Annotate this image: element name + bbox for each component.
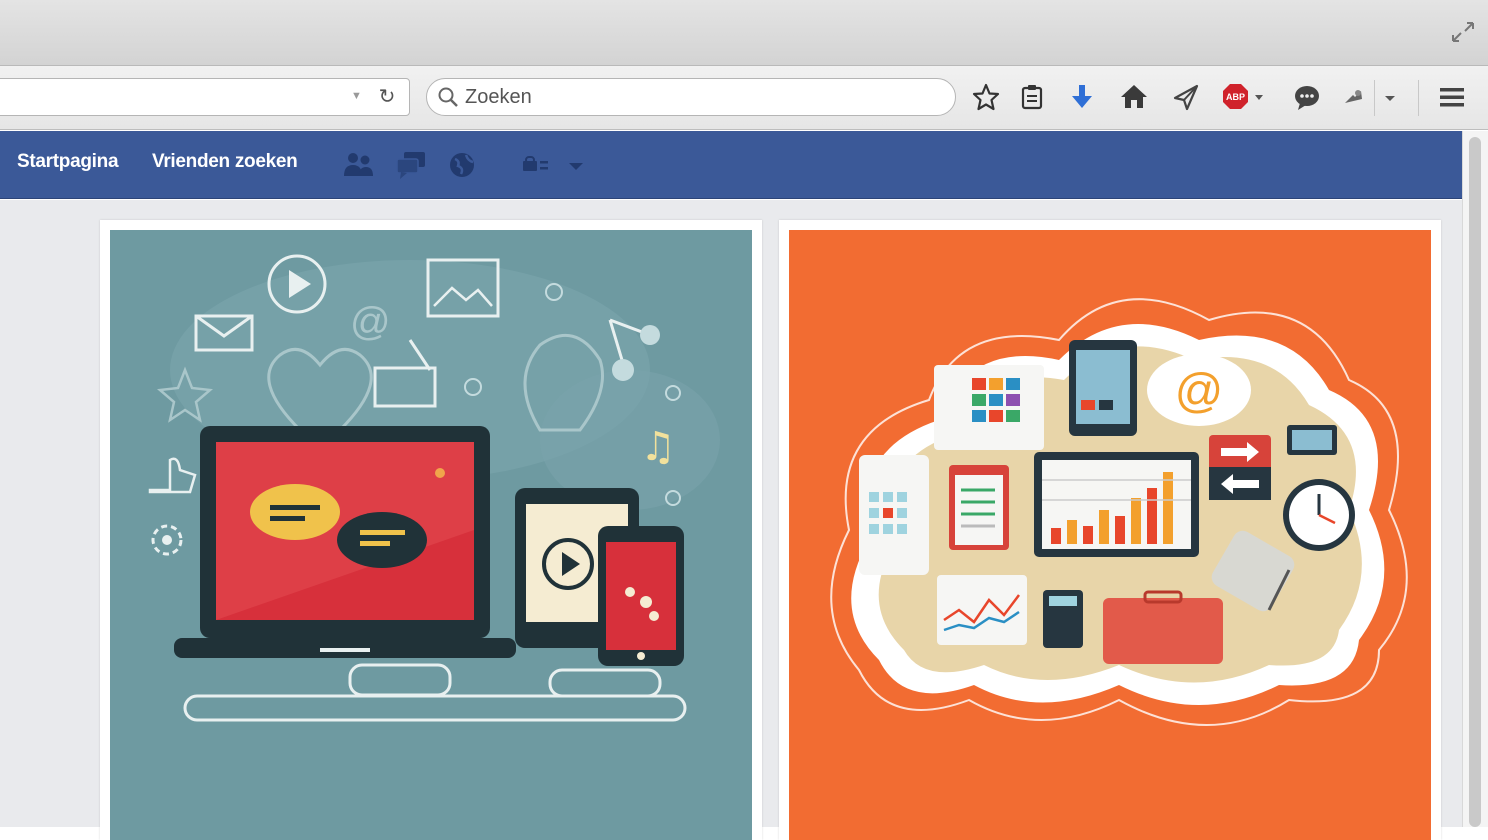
reload-icon[interactable]: ↻ — [375, 85, 399, 109]
url-bar[interactable]: ▼ ↻ — [0, 78, 410, 116]
facebook-topbar: Startpagina Vrienden zoeken — [0, 131, 1462, 199]
svg-text:@: @ — [350, 300, 391, 344]
star-icon[interactable] — [970, 81, 1002, 113]
privacy-shortcuts-icon[interactable] — [518, 149, 552, 181]
vertical-scrollbar[interactable] — [1462, 131, 1488, 827]
addon-dropdown-icon[interactable] — [1380, 81, 1400, 113]
window-titlebar — [0, 0, 1488, 66]
notifications-globe-icon[interactable] — [446, 149, 480, 181]
home-icon[interactable] — [1118, 81, 1150, 113]
find-friends-link[interactable]: Vrienden zoeken — [152, 151, 298, 173]
history-dropdown-icon[interactable]: ▼ — [351, 90, 367, 104]
devices-illustration: @ ♫ — [110, 230, 752, 840]
svg-text:@: @ — [1175, 365, 1224, 418]
scrollbar-thumb[interactable] — [1469, 137, 1481, 827]
chat-bubble-icon[interactable] — [1291, 81, 1323, 113]
search-icon — [438, 87, 458, 107]
toolbar-separator — [1374, 80, 1375, 116]
svg-text:ABP: ABP — [1226, 92, 1245, 102]
send-icon[interactable] — [1170, 81, 1202, 113]
restore-window-icon[interactable] — [1450, 20, 1476, 44]
music-note-icon: ♫ — [640, 424, 676, 470]
search-bar[interactable] — [426, 78, 956, 116]
devices-illustration-card[interactable]: @ ♫ — [100, 220, 762, 840]
cloud-office-illustration: @ — [789, 230, 1431, 840]
document-icon — [934, 365, 1044, 450]
addon-icon[interactable] — [1340, 81, 1366, 113]
browser-navbar: ▼ ↻ ABP — [0, 66, 1488, 130]
messages-icon[interactable] — [394, 149, 428, 181]
search-input[interactable] — [465, 85, 935, 109]
adblock-plus-icon[interactable]: ABP — [1220, 81, 1266, 113]
friend-requests-icon[interactable] — [342, 149, 376, 181]
account-dropdown-icon[interactable] — [564, 149, 588, 181]
menu-icon[interactable] — [1436, 81, 1468, 113]
clipboard-icon[interactable] — [1016, 81, 1048, 113]
toolbar-separator — [1418, 80, 1419, 116]
cloud-office-illustration-card[interactable]: @ — [779, 220, 1441, 840]
home-link[interactable]: Startpagina — [17, 151, 119, 173]
download-arrow-icon[interactable] — [1066, 81, 1098, 113]
briefcase-icon — [1103, 598, 1223, 664]
